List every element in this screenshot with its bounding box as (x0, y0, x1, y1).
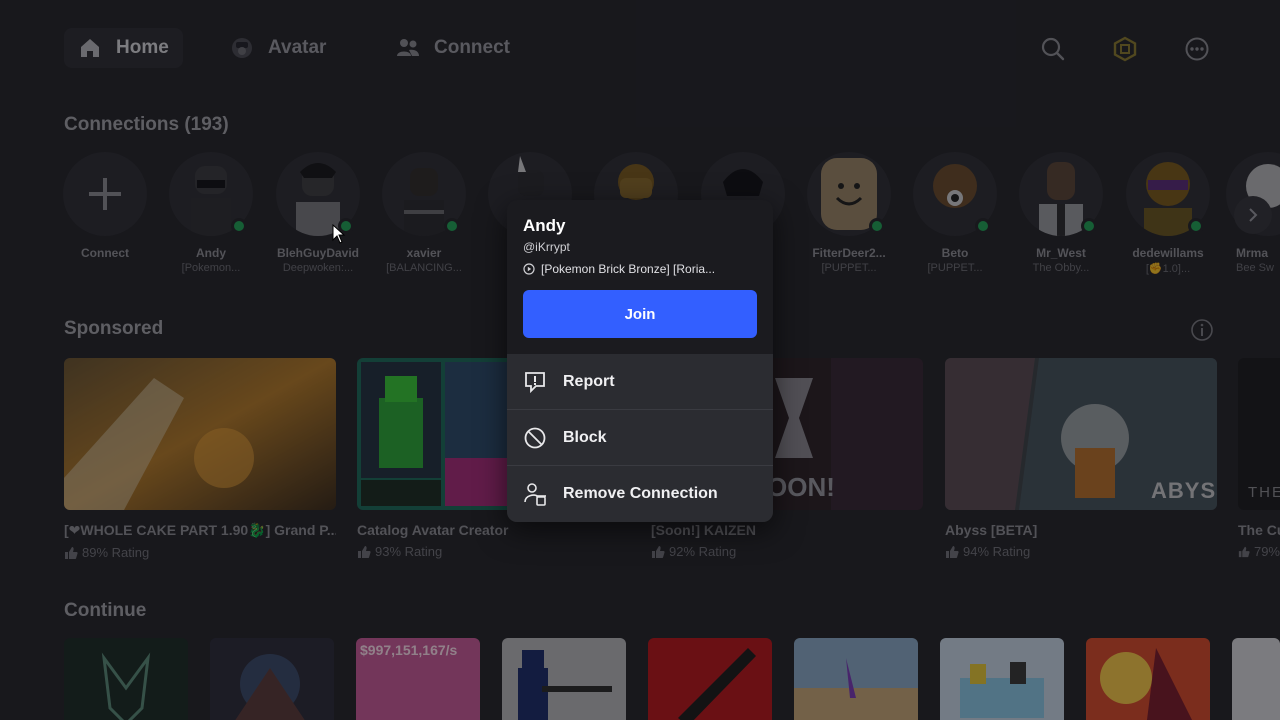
menu-item-label: Remove Connection (563, 485, 718, 502)
report-icon (523, 370, 547, 394)
menu-item-label: Report (563, 373, 615, 390)
app-root: Home Avatar Connect Connections (193) Co… (0, 0, 1280, 720)
menu-item-label: Block (563, 429, 607, 446)
play-icon (523, 263, 535, 275)
popup-user-status[interactable]: [Pokemon Brick Bronze] [Roria... (523, 262, 763, 276)
block-menu-item[interactable]: Block (507, 410, 773, 466)
popup-menu: Report Block Remove Connection (507, 354, 773, 522)
mouse-cursor-icon (332, 223, 346, 244)
block-icon (523, 426, 547, 450)
remove-connection-menu-item[interactable]: Remove Connection (507, 466, 773, 522)
status-text: [Pokemon Brick Bronze] [Roria... (541, 262, 716, 276)
popup-user-handle: @iKrrypt (523, 240, 570, 254)
connection-popup: Andy @iKrrypt [Pokemon Brick Bronze] [Ro… (507, 200, 773, 522)
popup-user-name: Andy (523, 216, 566, 235)
remove-connection-icon (523, 482, 547, 506)
report-menu-item[interactable]: Report (507, 354, 773, 410)
join-button[interactable]: Join (523, 290, 757, 338)
